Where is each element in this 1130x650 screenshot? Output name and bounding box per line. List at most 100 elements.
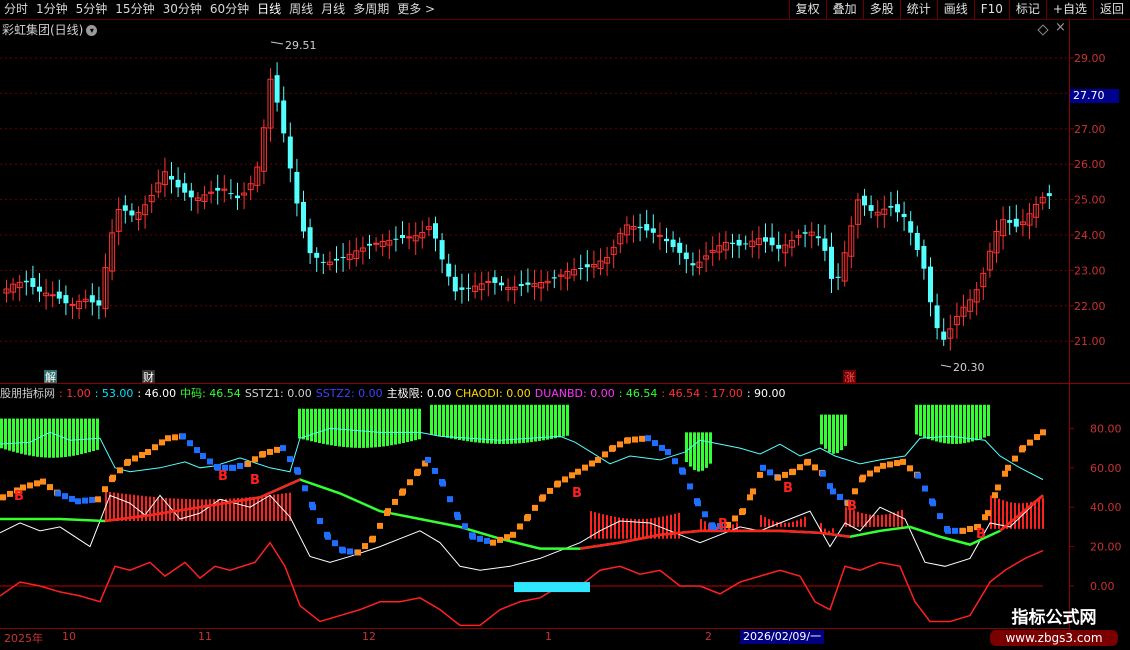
indicator-param: CHAODI: 0.00 [455,386,531,400]
orange-step-square [790,468,796,475]
orange-step-square [625,437,631,444]
orange-step-square [504,534,510,541]
orange-step-square [362,543,368,550]
orange-step-square [887,461,893,468]
selected-date: 2026/02/09/一 [740,630,825,644]
candle-body-up [656,234,663,237]
candle-body-down [307,227,313,254]
orange-step-square [0,494,6,501]
candle-body-down [829,246,834,279]
blue-step-square [710,523,716,530]
blue-step-square [915,472,921,479]
red-histogram-bar [209,499,211,521]
red-histogram-bar [646,518,648,539]
red-histogram-bar [832,528,834,533]
date-label: 2 [705,630,712,643]
red-histogram-bar [153,496,155,521]
orange-step-square [582,464,588,471]
green-histogram-bar [374,408,377,448]
orange-step-square [995,484,1001,491]
candle-body-down [677,242,683,253]
red-histogram-bar [760,515,762,527]
blue-step-square [75,498,81,505]
buy-signal-mark: B [718,517,728,532]
green-histogram-bar [709,432,712,464]
red-histogram-bar [257,496,259,521]
green-histogram-bar [362,408,365,448]
green-histogram-bar [518,404,521,444]
green-histogram-bar [330,408,333,446]
candle-body-down [815,236,821,239]
candle-body-down [664,238,669,242]
candle-body-down [1013,218,1019,227]
date-label: 10 [62,630,76,643]
blue-step-square [672,458,678,465]
red-histogram-bar [869,514,871,527]
red-histogram-bar [253,496,255,521]
orange-step-square [547,487,553,494]
candle-body-down [294,171,300,204]
date-label: 11 [198,630,212,643]
candle-body-down [122,205,128,211]
green-histogram-bar [554,404,557,439]
green-histogram-bar [378,408,381,447]
candle-body-down [730,242,735,244]
blue-step-square [200,452,206,459]
low-label: 20.30 [953,361,985,374]
red-histogram-bar [885,514,887,527]
blue-step-square [302,485,308,492]
orange-step-square [589,460,595,467]
blue-step-square [922,485,928,492]
green-histogram-bar [490,404,493,444]
event-mark: 涨 [844,371,855,384]
orange-step-square [385,508,391,515]
orange-step-square [117,467,123,474]
orange-step-square [245,460,251,467]
green-histogram-bar [8,418,11,451]
green-histogram-bar [534,404,537,442]
low-marker-line [940,364,952,368]
green-histogram-bar [406,408,409,443]
blue-step-square [55,490,61,497]
candle-body-down [393,238,399,240]
green-histogram-bar [832,414,835,454]
orange-step-square [894,460,900,467]
blue-step-square [447,496,453,503]
orange-step-square [260,451,266,458]
candle-body-down [690,263,696,266]
red-histogram-bar [877,515,879,527]
blue-step-square [837,493,843,500]
green-histogram-bar [919,404,922,437]
orange-step-square [775,474,781,481]
green-histogram-bar [72,418,75,456]
orange-step-square [732,515,738,522]
blue-step-square [347,548,353,555]
blue-step-square [187,440,193,447]
blue-step-square [695,500,701,507]
green-histogram-bar [454,404,457,440]
green-histogram-bar [685,432,688,463]
orange-step-square [490,539,496,546]
indicator-name[interactable]: 股朋指标网 [0,385,55,401]
green-histogram-bar [947,404,950,444]
candle-body-up [485,280,492,283]
green-histogram-bar [828,414,831,453]
orange-step-square [7,490,13,497]
green-histogram-bar [32,418,35,457]
green-histogram-bar [438,404,441,437]
cyan-line [0,427,1044,481]
blue-step-square [432,467,438,474]
current-price-tag: 27.70 [1070,89,1119,103]
red-histogram-bar [889,513,891,527]
green-histogram-bar [52,418,55,458]
candle-body-down [776,244,782,249]
green-histogram-bar [844,414,847,446]
green-histogram-bar [510,404,513,444]
indicator-param: : 46.54 [618,386,658,400]
green-histogram-bar [689,432,692,467]
red-histogram-bar [1042,497,1044,529]
green-histogram-bar [354,408,357,448]
red-histogram-bar [1022,503,1024,529]
blue-step-square [477,535,483,542]
date-label: 1 [545,630,552,643]
